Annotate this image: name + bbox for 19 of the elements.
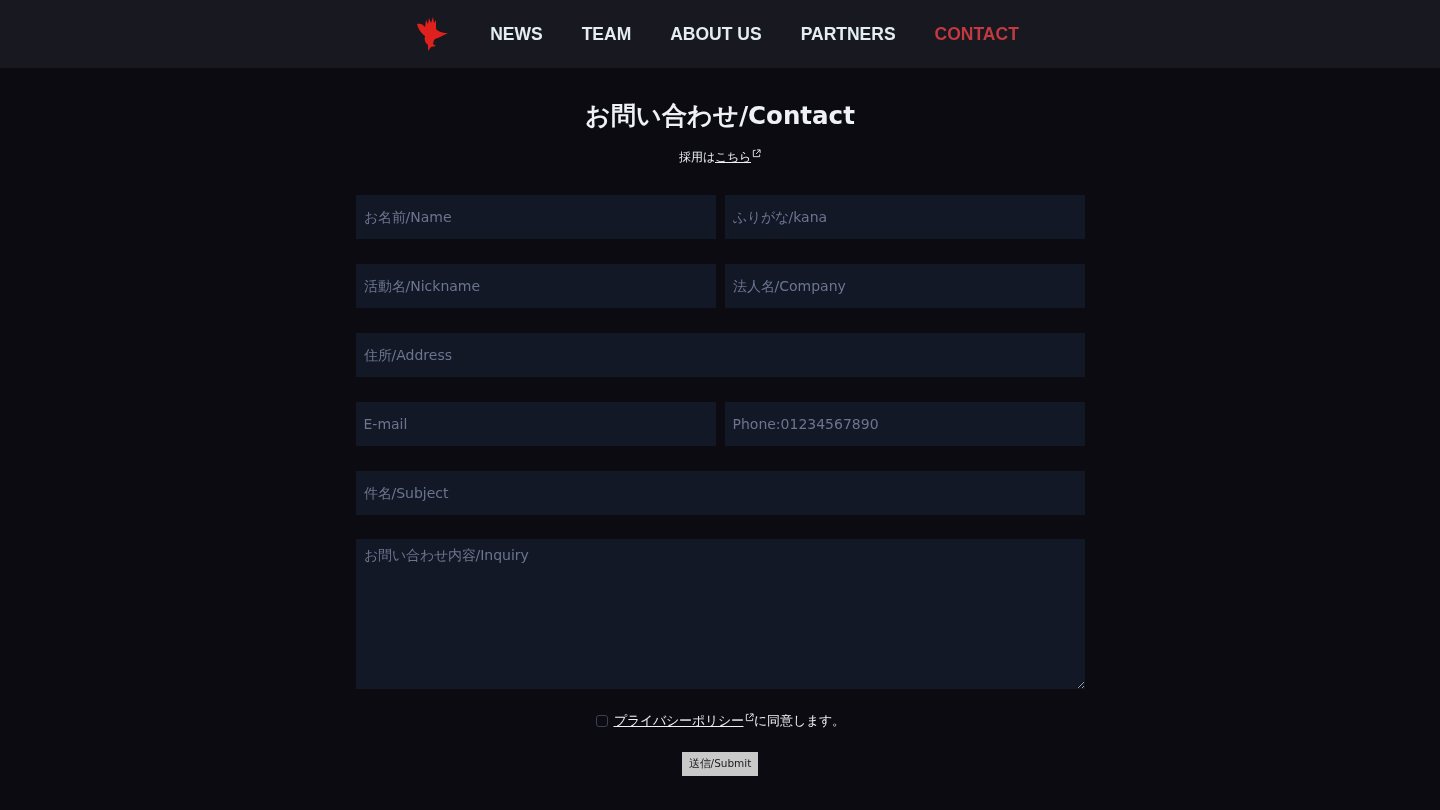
- input-field[interactable]: お名前/Name: [355, 195, 716, 239]
- input-field[interactable]: 件名/Subject: [355, 471, 1085, 515]
- eagle-logo-icon[interactable]: [415, 16, 450, 52]
- nav-link[interactable]: NEWS: [490, 23, 543, 45]
- input-field[interactable]: Phone:01234567890: [724, 402, 1085, 446]
- input-field[interactable]: 活動名/Nickname: [355, 264, 716, 308]
- external-link-icon: [744, 713, 754, 722]
- text-area[interactable]: お問い合わせ内容/Inquiry: [355, 539, 1085, 689]
- submit-button[interactable]: 送信/Submit: [681, 752, 759, 776]
- input-field[interactable]: ふりがな/kana: [724, 195, 1085, 239]
- input-field[interactable]: E-mail: [355, 402, 716, 446]
- external-link-icon: [752, 149, 761, 158]
- nav-link[interactable]: TEAM: [581, 23, 632, 45]
- input-field[interactable]: 住所/Address: [355, 333, 1085, 377]
- nav-link[interactable]: PARTNERS: [800, 23, 896, 45]
- checkbox[interactable]: [595, 715, 608, 727]
- input-field[interactable]: 法人名/Company: [724, 264, 1085, 308]
- nav-link[interactable]: ABOUT US: [670, 23, 762, 45]
- page-title: お問い合わせ/Contact: [585, 100, 855, 132]
